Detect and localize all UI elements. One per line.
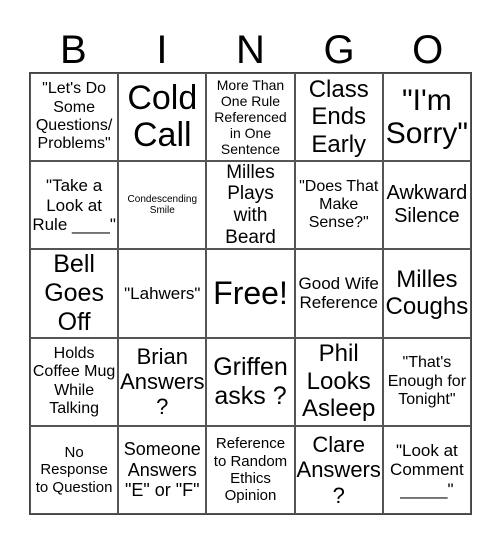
- bingo-cell[interactable]: Bell Goes Off: [30, 249, 119, 338]
- bingo-cell[interactable]: Class Ends Early: [294, 73, 383, 162]
- bingo-cell[interactable]: Someone Answers "E" or "F": [118, 425, 207, 514]
- bingo-cell[interactable]: Good Wife Reference: [294, 249, 383, 338]
- bingo-cell[interactable]: Condescending Smile: [118, 161, 207, 250]
- header-letter-b: B: [59, 28, 87, 72]
- bingo-cell[interactable]: "Take a Look at Rule ____": [30, 161, 119, 250]
- bingo-grid: "Let's Do Some Questions/ Problems" Cold…: [29, 72, 472, 515]
- bingo-cell[interactable]: Griffen asks ?: [206, 337, 295, 426]
- bingo-header: B I N G O: [29, 28, 472, 72]
- bingo-cell[interactable]: Clare Answers ?: [294, 425, 383, 514]
- bingo-cell[interactable]: No Response to Question: [30, 425, 119, 514]
- bingo-cell-free[interactable]: Free!: [206, 249, 295, 338]
- bingo-cell[interactable]: "I'm Sorry": [382, 73, 471, 162]
- header-letter-i: I: [156, 28, 168, 72]
- header-letter-n: N: [236, 28, 265, 72]
- bingo-cell[interactable]: "Let's Do Some Questions/ Problems": [30, 73, 119, 162]
- bingo-cell[interactable]: Awkward Silence: [382, 161, 471, 250]
- bingo-cell[interactable]: Holds Coffee Mug While Talking: [30, 337, 119, 426]
- bingo-cell[interactable]: Reference to Random Ethics Opinion: [206, 425, 295, 514]
- bingo-cell[interactable]: Phil Looks Asleep: [294, 337, 383, 426]
- bingo-cell[interactable]: "Look at Comment _____": [382, 425, 471, 514]
- bingo-cell[interactable]: "That's Enough for Tonight": [382, 337, 471, 426]
- bingo-cell[interactable]: "Does That Make Sense?": [294, 161, 383, 250]
- bingo-cell[interactable]: More Than One Rule Referenced in One Sen…: [206, 73, 295, 162]
- bingo-cell[interactable]: "Lahwers": [118, 249, 207, 338]
- bingo-cell[interactable]: Cold Call: [118, 73, 207, 162]
- header-letter-o: O: [412, 28, 444, 72]
- bingo-cell[interactable]: Brian Answers ?: [118, 337, 207, 426]
- bingo-cell[interactable]: Milles Plays with Beard: [206, 161, 295, 250]
- header-letter-g: G: [323, 28, 355, 72]
- bingo-cell[interactable]: Milles Coughs: [382, 249, 471, 338]
